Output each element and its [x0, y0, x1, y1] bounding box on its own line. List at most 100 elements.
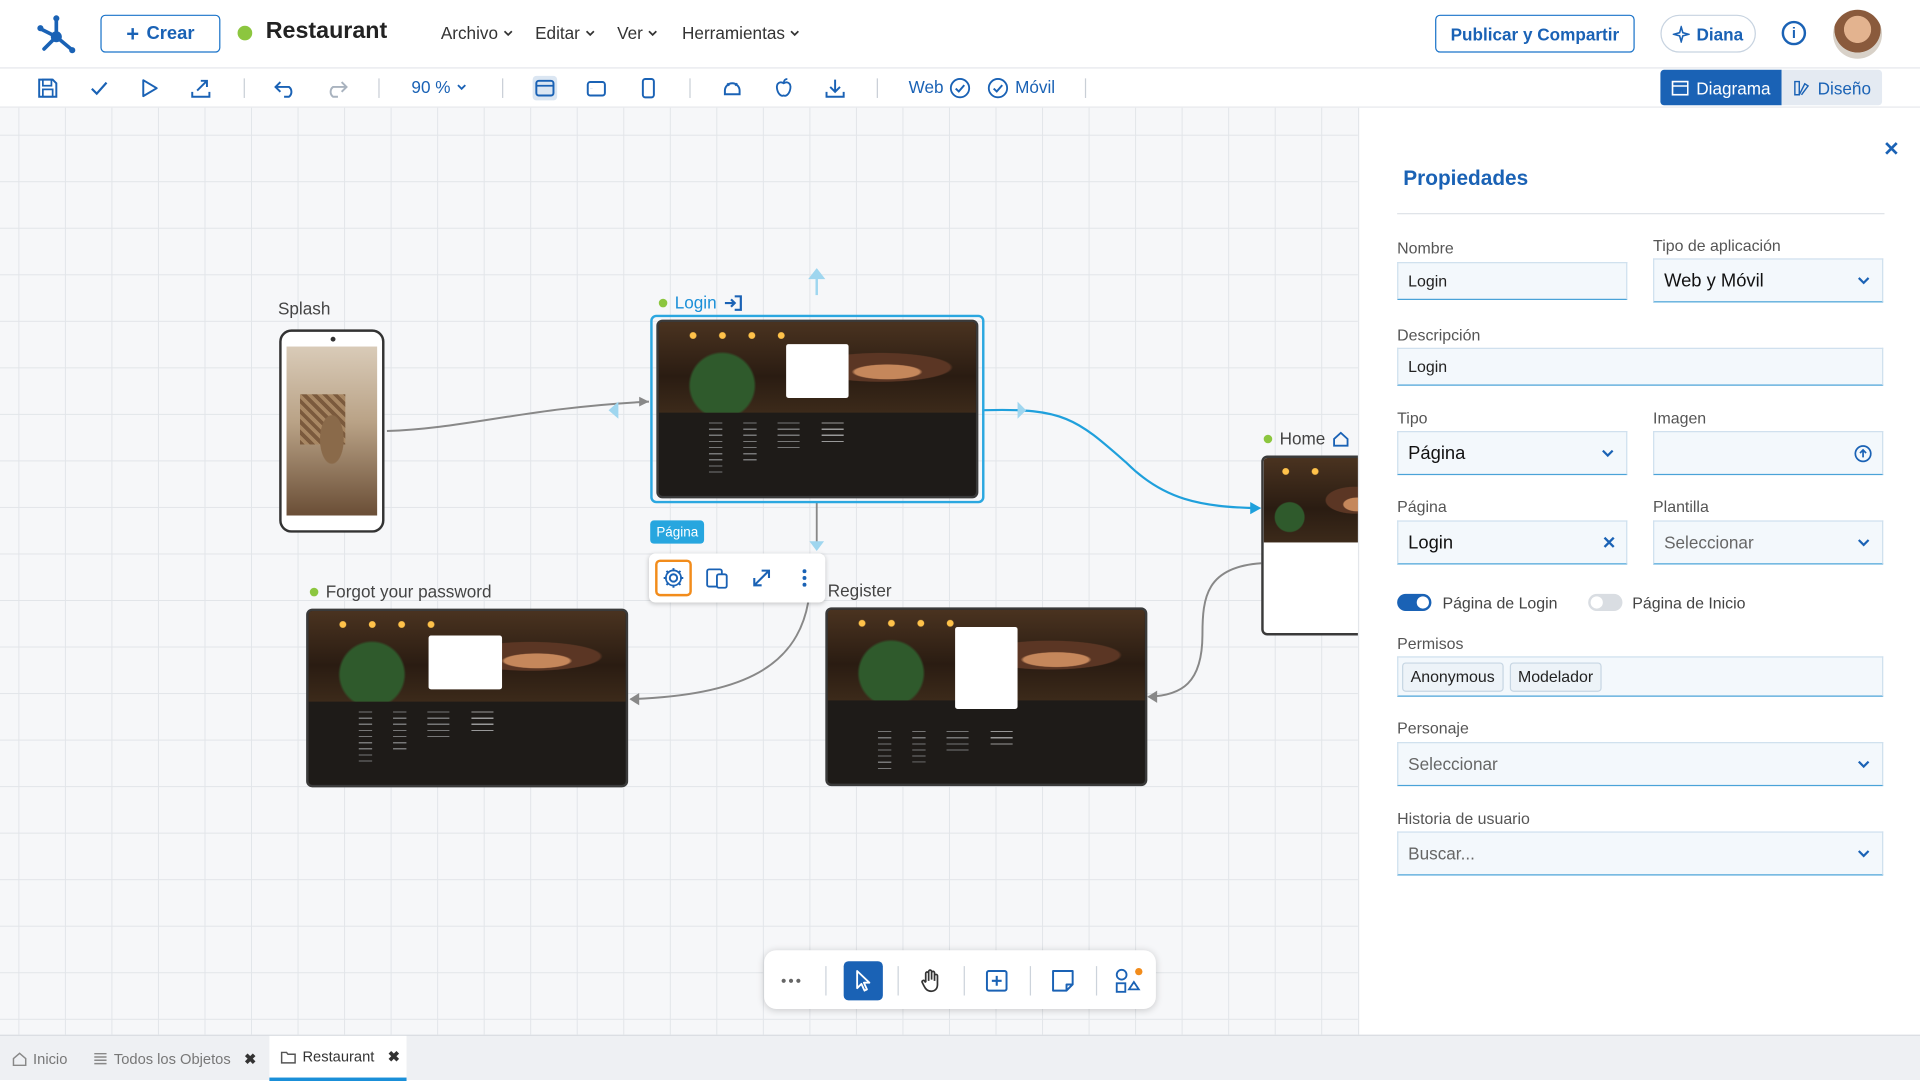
- node-splash[interactable]: [279, 329, 385, 533]
- plantilla-placeholder: Seleccionar: [1664, 532, 1754, 553]
- mobile-label: Móvil: [1015, 77, 1056, 97]
- info-icon[interactable]: i: [1781, 20, 1807, 46]
- node-forgot-password[interactable]: [306, 608, 629, 788]
- document-tabs-bar: Inicio Todos los Objetos ✖ Restaurant ✖: [0, 1034, 1920, 1081]
- velneo-logo-icon[interactable]: [34, 12, 78, 56]
- apple-icon[interactable]: [771, 76, 795, 100]
- node-label-forgot: Forgot your password: [309, 581, 492, 602]
- tipo-app-select[interactable]: Web y Móvil: [1653, 258, 1884, 303]
- settings-icon[interactable]: [655, 559, 692, 597]
- publish-share-button[interactable]: Publicar y Compartir: [1435, 14, 1635, 53]
- pagina-field[interactable]: Login ✕: [1397, 520, 1628, 565]
- forgot-form-card: [429, 635, 503, 690]
- chevron-down-icon: [1857, 539, 1870, 547]
- login-title: Login: [674, 292, 717, 313]
- node-login[interactable]: [656, 319, 979, 499]
- redo-icon[interactable]: [324, 76, 348, 100]
- play-icon[interactable]: [137, 76, 161, 100]
- tab-diagrama[interactable]: Diagrama: [1660, 69, 1782, 106]
- forgot-title: Forgot your password: [325, 581, 492, 602]
- tablet-view-icon[interactable]: [584, 76, 608, 100]
- diana-assistant-button[interactable]: Diana: [1660, 14, 1756, 53]
- create-button-label: Crear: [146, 23, 195, 45]
- home-title: Home: [1279, 428, 1326, 449]
- mobile-view-icon[interactable]: [636, 76, 660, 100]
- menu-editar-label: Editar: [535, 23, 580, 43]
- permission-tag[interactable]: Anonymous: [1402, 661, 1504, 692]
- tab-inicio[interactable]: Inicio: [12, 1036, 67, 1081]
- plus-icon: +: [126, 21, 140, 46]
- login-toggle-label: Página de Login: [1442, 593, 1558, 613]
- desktop-view-icon[interactable]: [532, 75, 558, 101]
- top-bar: + Crear Restaurant Archivo Editar Ver He…: [0, 0, 1920, 69]
- login-page-toggle[interactable]: [1397, 593, 1432, 612]
- more-dots-icon[interactable]: [771, 961, 810, 1000]
- diagram-canvas[interactable]: Splash Login Página Home Forgot your pas…: [0, 107, 1358, 1035]
- register-preview-footer: [878, 731, 1101, 770]
- menu-herramientas-label: Herramientas: [682, 23, 785, 43]
- toolbar-divider: [876, 78, 878, 98]
- add-box-icon[interactable]: [977, 961, 1016, 1000]
- tab-restaurant[interactable]: Restaurant ✖: [269, 1035, 407, 1081]
- chevron-down-icon: [1857, 850, 1870, 858]
- menu-archivo[interactable]: Archivo: [441, 23, 514, 43]
- chevron-down-icon: [585, 30, 594, 37]
- export-icon[interactable]: [189, 76, 213, 100]
- toolbar-divider: [243, 78, 245, 98]
- toggle-knob: [1590, 596, 1603, 609]
- personaje-select[interactable]: Seleccionar: [1397, 742, 1884, 787]
- download-icon[interactable]: [823, 76, 847, 100]
- palette-divider: [963, 966, 965, 996]
- zoom-select[interactable]: 90 %: [411, 77, 467, 97]
- close-tab-icon[interactable]: ✖: [388, 1048, 400, 1065]
- app-title: Restaurant: [265, 18, 388, 45]
- mobile-check-icon[interactable]: [986, 76, 1010, 100]
- undo-icon[interactable]: [273, 76, 297, 100]
- menu-ver[interactable]: Ver: [617, 23, 659, 43]
- palette-divider: [825, 966, 827, 996]
- home-page-toggle[interactable]: [1588, 593, 1623, 612]
- ai-shapes-icon[interactable]: [1109, 961, 1148, 1000]
- menu-editar[interactable]: Editar: [535, 23, 596, 43]
- hand-icon[interactable]: [911, 961, 950, 1000]
- menu-herramientas[interactable]: Herramientas: [682, 23, 801, 43]
- historia-placeholder: Buscar...: [1408, 843, 1475, 864]
- sparkle-icon: [1673, 25, 1691, 43]
- permission-tag[interactable]: Modelador: [1509, 661, 1602, 692]
- node-register[interactable]: [825, 607, 1148, 787]
- upload-icon[interactable]: [1854, 444, 1872, 462]
- check-icon[interactable]: [87, 76, 111, 100]
- imagen-field[interactable]: [1653, 431, 1884, 476]
- responsive-icon[interactable]: [699, 560, 736, 597]
- more-icon[interactable]: [786, 560, 823, 597]
- close-icon[interactable]: ✕: [1883, 137, 1899, 161]
- create-button[interactable]: + Crear: [100, 14, 221, 53]
- status-dot: [1263, 434, 1273, 443]
- node-label-login: Login: [658, 292, 743, 313]
- tipo-app-label: Tipo de aplicación: [1653, 236, 1781, 255]
- descripcion-field[interactable]: Login: [1397, 347, 1884, 386]
- list-icon: [94, 1052, 107, 1065]
- tipo-select[interactable]: Página: [1397, 431, 1628, 476]
- save-icon[interactable]: [36, 76, 60, 100]
- android-icon[interactable]: [720, 76, 744, 100]
- inicio-toggle-label: Página de Inicio: [1632, 593, 1746, 613]
- historia-select[interactable]: Buscar...: [1397, 831, 1884, 876]
- status-dot: [237, 25, 253, 41]
- expand-icon[interactable]: [743, 560, 780, 597]
- node-home[interactable]: [1261, 455, 1358, 636]
- user-avatar[interactable]: [1833, 9, 1883, 59]
- close-tab-icon[interactable]: ✖: [244, 1050, 256, 1067]
- permisos-field[interactable]: Anonymous Modelador: [1397, 656, 1884, 697]
- tab-todos-objetos[interactable]: Todos los Objetos ✖: [93, 1036, 256, 1081]
- tab-diseno[interactable]: Diseño: [1781, 69, 1883, 106]
- web-check-icon[interactable]: [948, 76, 972, 100]
- folder-icon: [280, 1051, 296, 1063]
- plantilla-select[interactable]: Seleccionar: [1653, 520, 1884, 565]
- nombre-field[interactable]: Login: [1397, 262, 1628, 301]
- note-icon[interactable]: [1043, 961, 1082, 1000]
- toolbar-divider: [378, 78, 380, 98]
- toolbar-divider: [502, 78, 504, 98]
- pointer-icon[interactable]: [843, 961, 883, 1001]
- clear-icon[interactable]: ✕: [1602, 532, 1616, 553]
